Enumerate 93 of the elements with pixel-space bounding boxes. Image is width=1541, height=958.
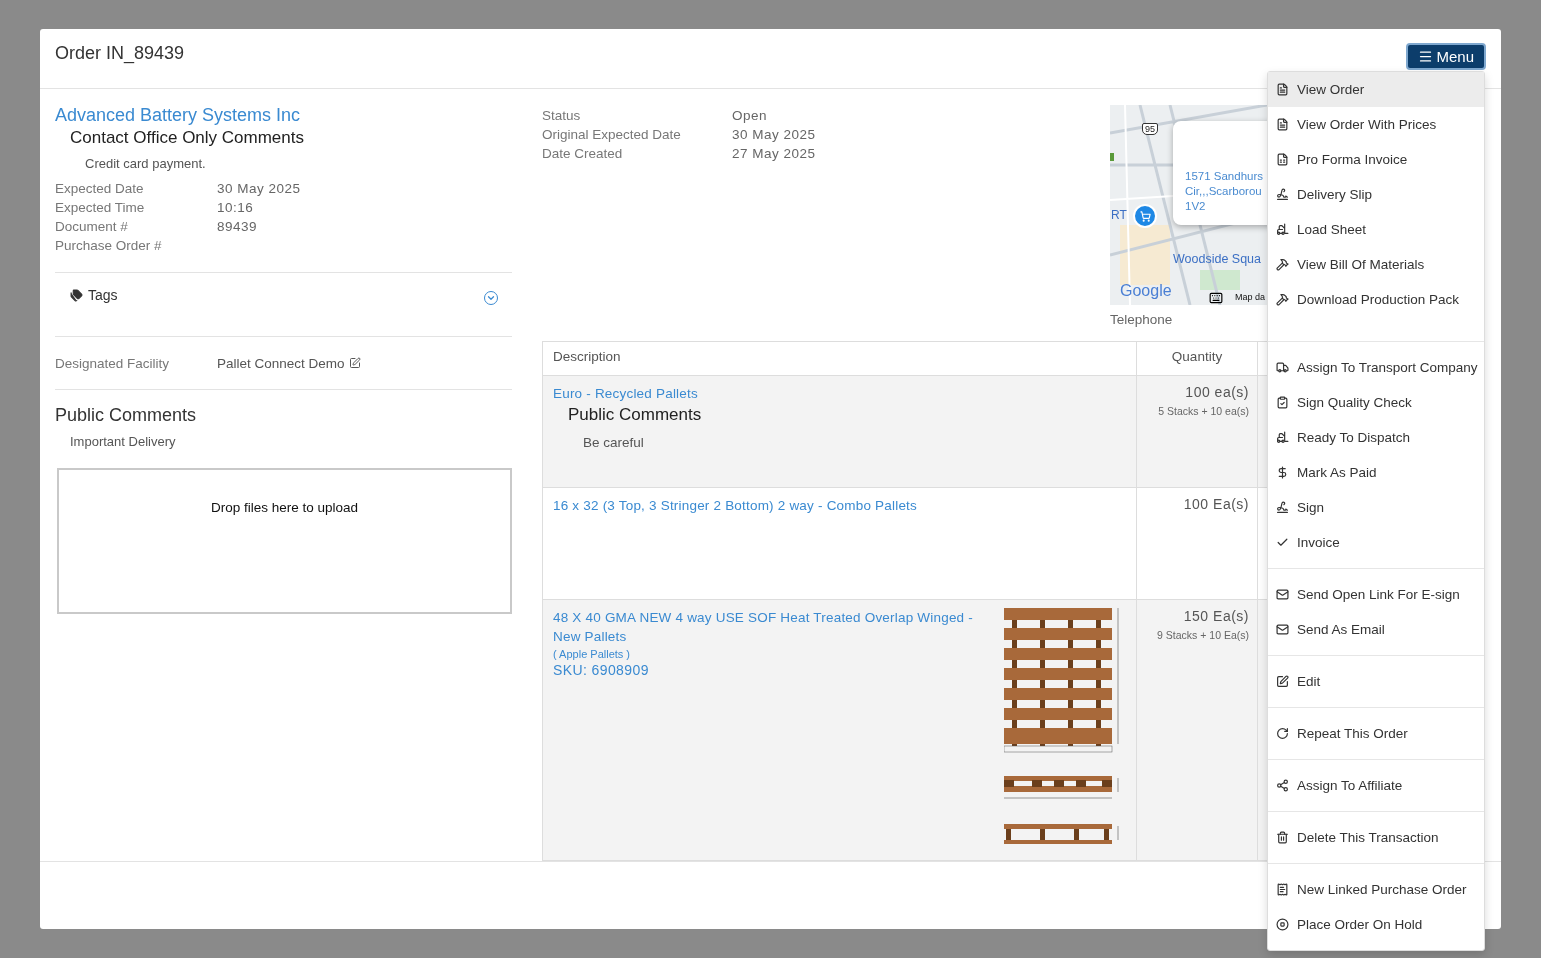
address-link[interactable]: 1V2 (1185, 199, 1267, 214)
line-comment: Be careful (583, 435, 645, 450)
map-attribution: Map da (1235, 293, 1266, 303)
menu-item[interactable]: Send As Email (1268, 612, 1484, 647)
map-logo: Google (1120, 282, 1172, 300)
menu-item-icon (1276, 466, 1289, 479)
file-dropzone[interactable]: Drop files here to upload (57, 468, 512, 614)
menu-item[interactable]: Ready To Dispatch (1268, 420, 1484, 455)
menu-item-icon (1276, 431, 1289, 444)
telephone-label: Telephone (1110, 312, 1174, 327)
menu-item[interactable]: Edit (1268, 664, 1484, 699)
menu-item[interactable]: Sign (1268, 490, 1484, 525)
menu-item-icon (1276, 501, 1289, 514)
detail-label: Expected Date (55, 180, 145, 197)
menu-item-icon (1276, 918, 1289, 931)
sku-text: SKU: 6908909 (553, 662, 650, 678)
menu-item[interactable]: Invoice (1268, 525, 1484, 560)
quantity-text: 100 Ea(s) (1183, 496, 1249, 512)
product-link[interactable]: 16 x 32 (3 Top, 3 Stringer 2 Bottom) 2 way - Combo Pallets (553, 496, 1126, 515)
quantity-text: 150 Ea(s) (1183, 608, 1249, 624)
route-shield: 95 (1142, 123, 1158, 135)
map-label: RT (1111, 209, 1127, 223)
menu-button[interactable]: Menu (1406, 43, 1486, 70)
column-header: Quantity (1171, 349, 1223, 364)
status-value: 27 May 2025 (732, 145, 816, 162)
office-comment: Credit card payment. (85, 156, 207, 171)
menu-icon (1418, 49, 1434, 64)
detail-value: 30 May 2025 (217, 180, 302, 197)
stacks-text: 9 Stacks + 10 Ea(s) (1157, 629, 1249, 641)
line-comments-heading: Public Comments (568, 405, 703, 425)
tags-label: Tags (70, 287, 118, 303)
comments-heading: Contact Office Only Comments (70, 128, 305, 148)
menu-item-icon (1276, 623, 1289, 636)
detail-value: 89439 (217, 218, 259, 235)
menu-item[interactable]: View Bill Of Materials (1268, 247, 1484, 282)
menu-item[interactable]: View Order With Prices (1268, 107, 1484, 142)
menu-item[interactable]: Mark As Paid (1268, 455, 1484, 490)
facility-link[interactable]: Pallet Connect Demo (217, 355, 361, 371)
menu-item[interactable]: Assign To Affiliate (1268, 768, 1484, 803)
address-link[interactable]: 1571 Sandhurs (1185, 169, 1267, 184)
menu-item[interactable]: View Order (1268, 72, 1484, 107)
status-label: Original Expected Date (542, 126, 682, 143)
customer-link[interactable]: Advanced Battery Systems Inc (55, 105, 512, 126)
menu-item-icon (1276, 779, 1289, 792)
tags-icon (70, 288, 83, 302)
menu-item-icon (1276, 396, 1289, 409)
menu-item[interactable]: Place Order On Hold (1268, 907, 1484, 942)
menu-item-icon (1276, 883, 1289, 896)
public-comments-heading: Public Comments (55, 405, 198, 426)
menu-item-icon (1276, 675, 1289, 688)
menu-item-icon (1276, 223, 1289, 236)
menu-item-icon (1276, 831, 1289, 844)
menu-item[interactable]: Download Production Pack (1268, 282, 1484, 317)
menu-item-icon (1276, 293, 1289, 306)
detail-value: 10:16 (217, 199, 255, 216)
detail-label: Expected Time (55, 199, 146, 216)
status-label: Date Created (542, 145, 624, 162)
menu-item-icon (1276, 258, 1289, 271)
menu-item[interactable]: Load Sheet (1268, 212, 1484, 247)
map-label: Woodside Squa (1173, 253, 1262, 267)
menu-item[interactable]: Send Open Link For E-sign (1268, 577, 1484, 612)
menu-item[interactable]: Repeat This Order (1268, 716, 1484, 751)
category-link[interactable]: ( Apple Pallets ) (553, 648, 973, 660)
keyboard-icon (1209, 291, 1223, 305)
menu-item-icon (1276, 727, 1289, 740)
dialog-title: Order IN_89439 (55, 43, 185, 64)
menu-item[interactable]: Delivery Slip (1268, 177, 1484, 212)
menu-item[interactable]: Pro Forma Invoice (1268, 142, 1484, 177)
status-value: 30 May 2025 (732, 126, 816, 143)
column-header: Description (553, 349, 622, 364)
quantity-text: 100 ea(s) (1185, 384, 1249, 400)
menu-item[interactable]: Delete This Transaction (1268, 820, 1484, 855)
menu-item-icon (1276, 536, 1289, 549)
menu-item[interactable]: Assign To Transport Company (1268, 350, 1484, 385)
detail-label: Document # (55, 218, 129, 235)
menu-item-icon (1276, 153, 1289, 166)
edit-icon (348, 357, 361, 369)
menu-item-icon (1276, 118, 1289, 131)
expand-tags-button[interactable] (484, 291, 498, 305)
chevron-down-icon (486, 293, 496, 303)
menu-item-icon (1276, 83, 1289, 96)
facility-label: Designated Facility (55, 354, 171, 372)
menu-item-icon (1276, 588, 1289, 601)
menu-item-icon (1276, 188, 1289, 201)
address-link[interactable]: Cir,,,Scarborou (1185, 184, 1267, 199)
status-label: Status (542, 107, 582, 124)
status-value: Open (732, 107, 769, 124)
menu-item[interactable]: Sign Quality Check (1268, 385, 1484, 420)
stacks-text: 5 Stacks + 10 ea(s) (1158, 405, 1249, 417)
menu-item-icon (1276, 361, 1289, 374)
public-comment: Important Delivery (70, 434, 177, 449)
menu-item[interactable]: New Linked Purchase Order (1268, 872, 1484, 907)
detail-label: Purchase Order # (55, 237, 163, 254)
